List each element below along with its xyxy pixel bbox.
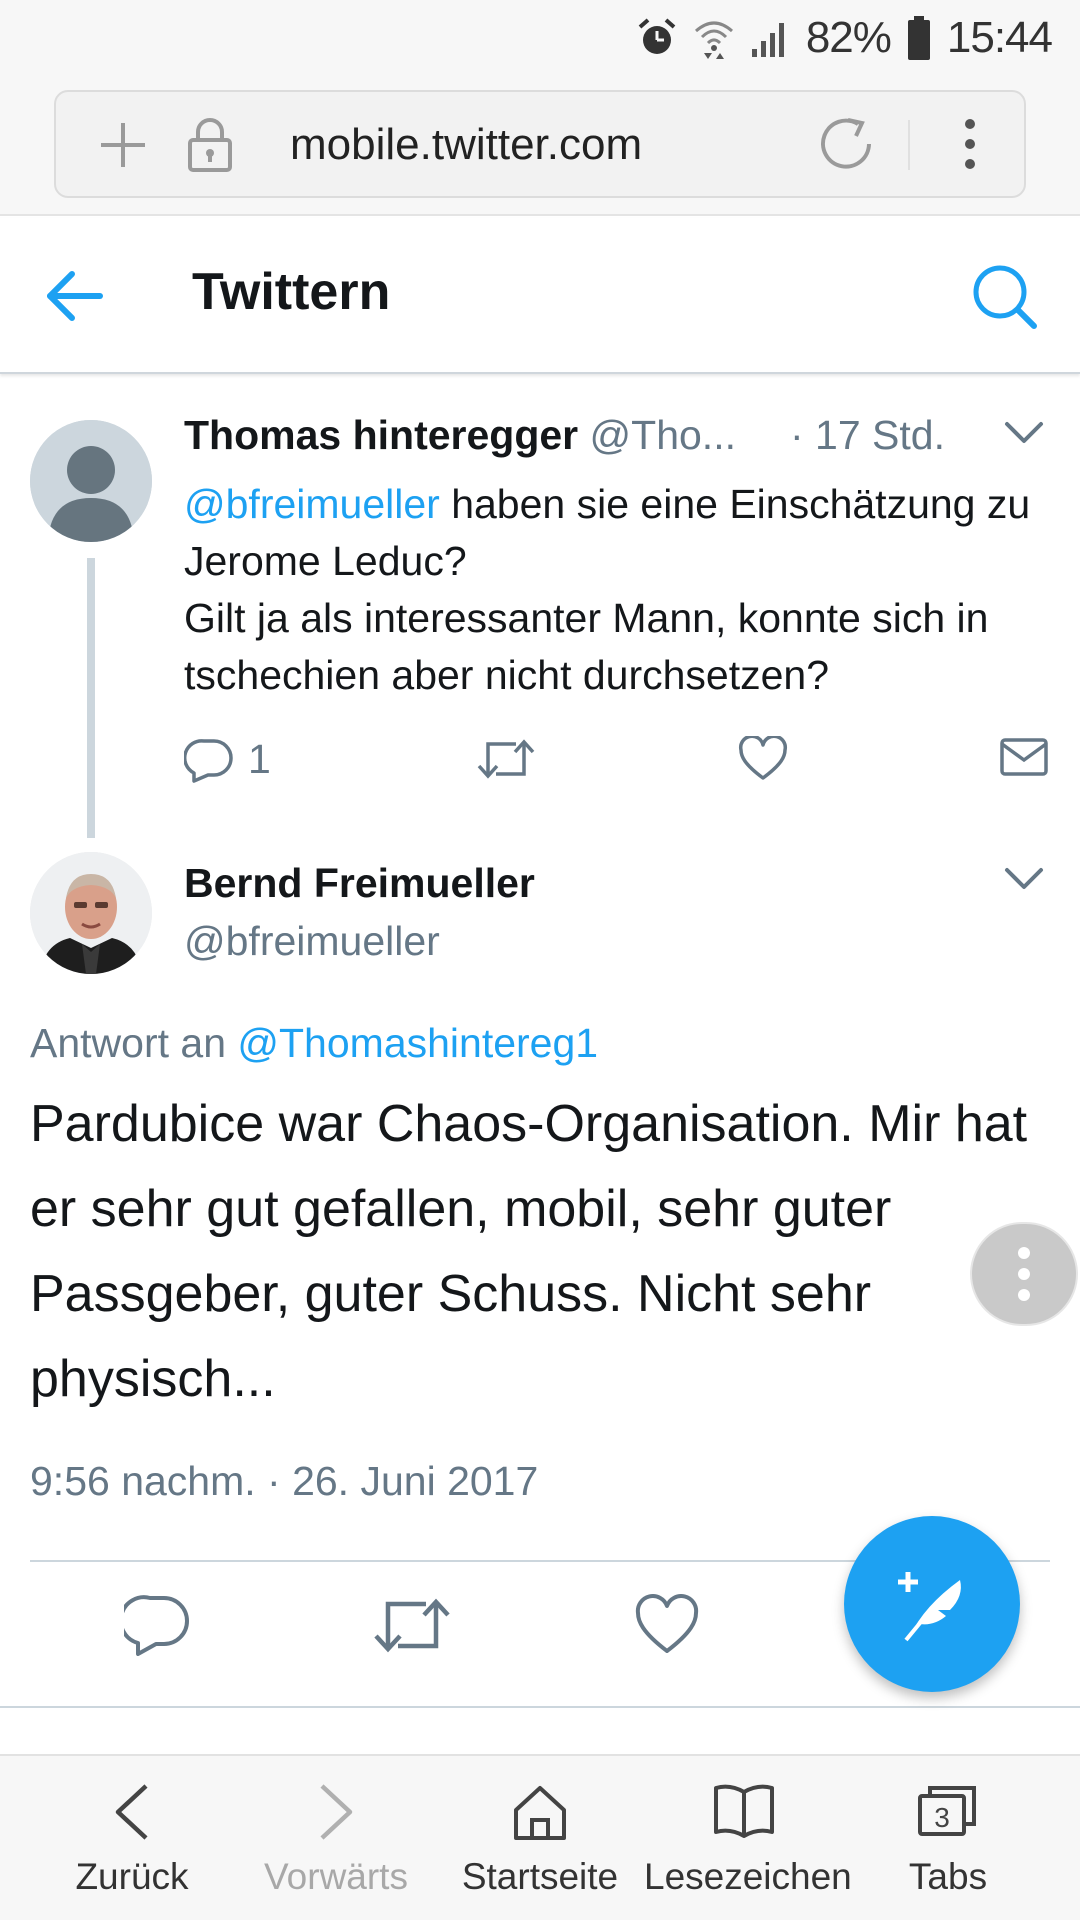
page-title: Twittern — [192, 263, 391, 321]
envelope-icon — [1000, 738, 1048, 776]
default-avatar-icon — [30, 420, 152, 542]
url-bar[interactable]: mobile.twitter.com — [54, 90, 1026, 198]
battery-icon — [907, 16, 930, 60]
reply-count: 1 — [248, 736, 271, 782]
browser-bottom-bar: Zurück Vorwärts Startseite Lesezeichen 3… — [0, 1754, 1080, 1920]
reply-button[interactable] — [118, 1594, 190, 1661]
profile-photo — [30, 852, 152, 974]
tab-count: 3 — [934, 1802, 950, 1833]
reply-context: Antwort an @Thomashintereg1 — [30, 1020, 598, 1067]
retweet-icon — [374, 1598, 450, 1653]
mention-link[interactable]: @bfreimueller — [184, 481, 440, 527]
thread-line — [87, 558, 95, 838]
chevron-down-icon[interactable] — [1004, 866, 1044, 892]
compose-tweet-button[interactable] — [844, 1516, 1020, 1692]
app-header: Twittern — [0, 218, 1080, 374]
tweet-actions: 1 — [184, 736, 1054, 796]
browser-toolbar: mobile.twitter.com — [0, 76, 1080, 216]
status-bar: 82% 15:44 — [0, 0, 1080, 76]
chevron-left-icon — [115, 1784, 148, 1840]
like-button[interactable] — [634, 1594, 700, 1661]
author-handle[interactable]: @bfreimueller — [184, 918, 440, 965]
author-name[interactable]: Thomas hinteregger — [184, 412, 578, 458]
nav-home-label: Startseite — [461, 1856, 619, 1897]
chevron-right-icon — [320, 1784, 353, 1840]
back-arrow-icon[interactable] — [44, 268, 104, 324]
floating-menu-handle[interactable] — [970, 1222, 1078, 1326]
divider — [0, 1706, 1080, 1708]
wifi-icon — [694, 21, 733, 59]
home-icon — [514, 1786, 566, 1840]
nav-tabs-button[interactable]: 3 Tabs — [848, 1756, 1048, 1920]
nav-bookmarks-label: Lesezeichen — [644, 1856, 852, 1897]
tabs-icon: 3 — [918, 1786, 976, 1836]
retweet-icon — [477, 739, 535, 779]
author-handle[interactable]: @Tho... — [590, 412, 736, 458]
nav-tabs-label: Tabs — [908, 1856, 988, 1897]
signal-icon — [751, 23, 784, 57]
alarm-icon — [638, 18, 676, 54]
nav-home-button[interactable]: Startseite — [440, 1756, 640, 1920]
url-bar-divider — [908, 120, 910, 170]
clock: 15:44 — [946, 13, 1053, 62]
chevron-down-icon[interactable] — [1004, 420, 1044, 446]
search-icon[interactable] — [970, 262, 1040, 332]
tweet-header: Thomas hinteregger @Tho... · 17 Std. — [184, 412, 1054, 459]
more-vert-icon[interactable] — [962, 118, 978, 170]
direct-message-button[interactable] — [1000, 736, 1048, 778]
reply-to-link[interactable]: @Thomashintereg1 — [237, 1020, 598, 1066]
nav-back-label: Zurück — [75, 1856, 189, 1897]
author-name[interactable]: Bernd Freimueller — [184, 860, 535, 907]
heart-icon — [635, 1594, 699, 1653]
lock-icon[interactable] — [186, 116, 234, 174]
nav-back-button[interactable]: Zurück — [32, 1756, 232, 1920]
reply-button[interactable]: 1 — [184, 736, 271, 783]
reply-prefix: Antwort an — [30, 1020, 238, 1066]
new-tab-icon[interactable] — [98, 120, 148, 170]
retweet-button[interactable] — [372, 1594, 452, 1661]
avatar[interactable] — [30, 852, 152, 974]
reply-icon — [184, 738, 233, 783]
nav-forward-button[interactable]: Vorwärts — [236, 1756, 436, 1920]
like-button[interactable] — [738, 736, 788, 782]
url-text[interactable]: mobile.twitter.com — [290, 120, 642, 170]
compose-quill-icon — [898, 1572, 961, 1642]
battery-percent: 82% — [805, 13, 892, 62]
more-vert-icon — [1018, 1247, 1030, 1301]
tweet-timestamp[interactable]: 9:56 nachm. · 26. Juni 2017 — [30, 1458, 538, 1505]
tweet-text: Pardubice war Chaos-Organisation. Mir ha… — [30, 1095, 1028, 1408]
reply-icon — [118, 1595, 189, 1656]
nav-forward-label: Vorwärts — [264, 1856, 408, 1897]
retweet-button[interactable] — [476, 736, 536, 782]
avatar[interactable] — [30, 420, 152, 542]
tweet-text-part: Gilt ja als interessanter Mann, konnte s… — [184, 595, 989, 698]
tweet-text: @bfreimueller haben sie eine Einschätzun… — [184, 476, 1054, 704]
bookmarks-icon — [714, 1784, 774, 1838]
heart-icon — [738, 736, 788, 780]
nav-bookmarks-button[interactable]: Lesezeichen — [644, 1756, 852, 1920]
reload-icon[interactable] — [818, 116, 874, 172]
tweet-time[interactable]: · 17 Std. — [790, 412, 945, 459]
